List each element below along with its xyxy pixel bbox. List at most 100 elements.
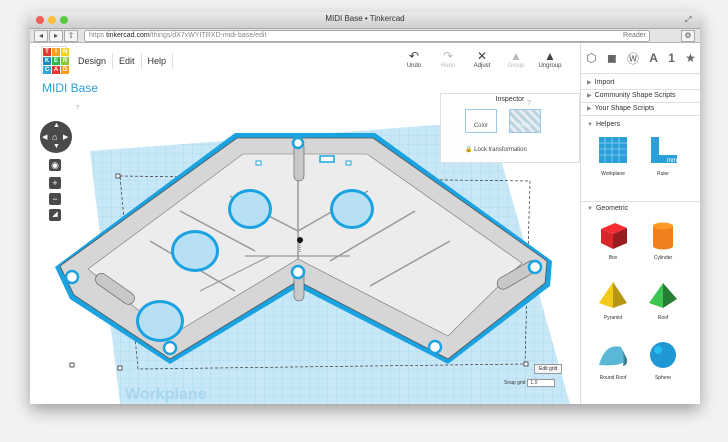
geometric-section-header[interactable]: ▼ Geometric [581, 203, 700, 215]
round-roof-shape-icon [599, 346, 628, 366]
logo-letter: D [61, 66, 69, 74]
browser-window: MIDI Base • Tinkercad ⤢ ◂ ▸ ⇧ https tink… [30, 12, 700, 404]
corner-handle[interactable] [115, 173, 121, 179]
menu-design[interactable]: Design [72, 53, 114, 69]
group-icon: ▲ [510, 49, 522, 63]
tool-label: Ungroup [538, 63, 562, 69]
pan-right-icon[interactable]: ▶ [63, 133, 68, 141]
lock-transformation-toggle[interactable]: 🔒 Lock transformation [465, 146, 527, 153]
letter-icon[interactable]: A [649, 51, 658, 65]
chevron-right-icon: ▶ [587, 93, 592, 99]
section-import[interactable]: ▶ Import [581, 77, 700, 89]
tool-label: Undo [406, 63, 422, 69]
redo-icon: ↷ [442, 49, 454, 63]
logo-letter: C [43, 66, 51, 74]
logo-letter: E [52, 57, 60, 65]
design-viewport[interactable]: Workplane MIDI Base ? ▲ ▼ ◀ ▶ ⌂ ◉ + − ◢ … [30, 81, 580, 404]
helper-workplane[interactable]: Workplane [593, 135, 633, 177]
shape-label: Round Roof [599, 375, 627, 381]
fit-view-icon[interactable]: ◉ [49, 159, 61, 171]
forward-button[interactable]: ▸ [49, 30, 63, 42]
cylinder-shape-icon [653, 222, 673, 250]
view-navigation-wheel[interactable]: ▲ ▼ ◀ ▶ ⌂ [40, 121, 72, 153]
wordpress-icon[interactable]: Ⓦ [627, 50, 639, 67]
group-button[interactable]: ▲ Group [502, 49, 530, 69]
center-handle[interactable] [297, 237, 303, 243]
undo-button[interactable]: ↶ Undo [400, 49, 428, 69]
adjust-button[interactable]: ✕ Adjust [468, 49, 496, 69]
shape-sphere[interactable]: Sphere [643, 339, 683, 381]
adjust-icon: ✕ [476, 49, 488, 63]
shape-label: Roof [657, 315, 669, 321]
snap-grid-control: Snap grid 1.0 [502, 379, 556, 387]
reader-button[interactable]: Reader [623, 31, 646, 41]
section-label: Import [594, 79, 615, 86]
snap-grid-select[interactable]: 1.0 [527, 379, 556, 387]
cube-view-icon[interactable]: ⬡ [586, 51, 596, 65]
design-title[interactable]: MIDI Base [42, 81, 98, 95]
inspector-help-icon[interactable]: ? [527, 100, 531, 107]
workplane-helper-icon [599, 137, 627, 163]
lock-icon: 🔒 [465, 147, 473, 153]
section-your-shape-scripts[interactable]: ▶ Your Shape Scripts [581, 103, 700, 115]
main-menu: Design Edit Help [72, 53, 174, 69]
tool-label: Adjust [473, 63, 491, 69]
helpers-section-header[interactable]: ▼ Helpers [581, 119, 700, 131]
tool-label: Redo [440, 63, 456, 69]
perspective-icon[interactable]: ◢ [49, 209, 61, 221]
ungroup-button[interactable]: ▲ Ungroup [536, 49, 564, 69]
settings-gear-icon[interactable]: ⚙ [681, 30, 695, 42]
menu-help[interactable]: Help [142, 53, 174, 69]
shape-box[interactable]: Box [593, 219, 633, 261]
section-divider [581, 115, 700, 116]
star-icon[interactable]: ★ [685, 51, 696, 65]
logo-letter: R [61, 57, 69, 65]
redo-button[interactable]: ↷ Redo [434, 49, 462, 69]
corner-handle[interactable] [117, 365, 123, 371]
pan-down-icon[interactable]: ▼ [53, 143, 60, 150]
corner-handle[interactable] [523, 361, 529, 367]
fullscreen-icon[interactable]: ⤢ [685, 15, 694, 24]
logo-letter: N [61, 48, 69, 56]
ruler-helper-icon: mm [651, 137, 677, 164]
share-button[interactable]: ⇧ [64, 30, 78, 42]
section-community-shape-scripts[interactable]: ▶ Community Shape Scripts [581, 90, 700, 102]
help-mark[interactable]: ? [76, 105, 79, 111]
shape-round-roof[interactable]: Round Roof [593, 339, 633, 381]
shape-label: Sphere [654, 375, 672, 381]
shape-pyramid[interactable]: Pyramid [593, 279, 633, 321]
roof-shape-icon [649, 283, 677, 308]
pan-left-icon[interactable]: ◀ [42, 133, 47, 141]
workplane-label: Workplane [125, 386, 207, 403]
url-field[interactable]: https tinkercad.com/things/dX7xWYITRXD-m… [84, 30, 650, 42]
color-swatch-button[interactable]: Color [465, 109, 497, 133]
tool-label: Group [507, 63, 525, 69]
svg-text:mm: mm [667, 158, 677, 164]
edit-grid-button[interactable]: Edit grid [534, 364, 563, 374]
ungroup-icon: ▲ [544, 49, 556, 63]
chevron-down-icon: ▼ [587, 206, 593, 212]
secure-label: https [89, 32, 105, 39]
corner-handle[interactable] [69, 362, 75, 368]
zoom-out-button[interactable]: − [49, 193, 61, 205]
zoom-in-button[interactable]: + [49, 177, 61, 189]
home-view-icon[interactable]: ⌂ [52, 132, 57, 142]
pan-up-icon[interactable]: ▲ [53, 122, 60, 129]
number-icon[interactable]: 1 [668, 51, 675, 65]
back-button[interactable]: ◂ [34, 30, 48, 42]
logo-letter: T [43, 48, 51, 56]
tinkercad-app: TINKERCAD Design Edit Help ↶ Undo ↷ Redo ✕ Adju… [30, 43, 700, 404]
box-icon[interactable]: ◼ [607, 51, 617, 65]
pyramid-shape-icon [599, 282, 627, 308]
inspector-panel: Inspector Color Hole ? 🔒 Lock transforma… [440, 93, 580, 163]
tinkercad-logo[interactable]: TIN KER CAD [41, 46, 69, 74]
menu-edit[interactable]: Edit [113, 53, 142, 69]
shape-roof[interactable]: Roof [643, 279, 683, 321]
shape-cylinder[interactable]: Cylinder [643, 219, 683, 261]
hole-swatch-button[interactable]: Hole [509, 109, 541, 133]
url-domain: tinkercad.com [106, 32, 150, 39]
helper-ruler[interactable]: mm Ruler [643, 135, 683, 177]
chevron-right-icon: ▶ [587, 80, 592, 86]
url-path: /things/dX7xWYITRXD-midi-base/edit [149, 32, 267, 39]
sidebar-tabs: ⬡ ◼ Ⓦ A 1 ★ [581, 43, 700, 74]
